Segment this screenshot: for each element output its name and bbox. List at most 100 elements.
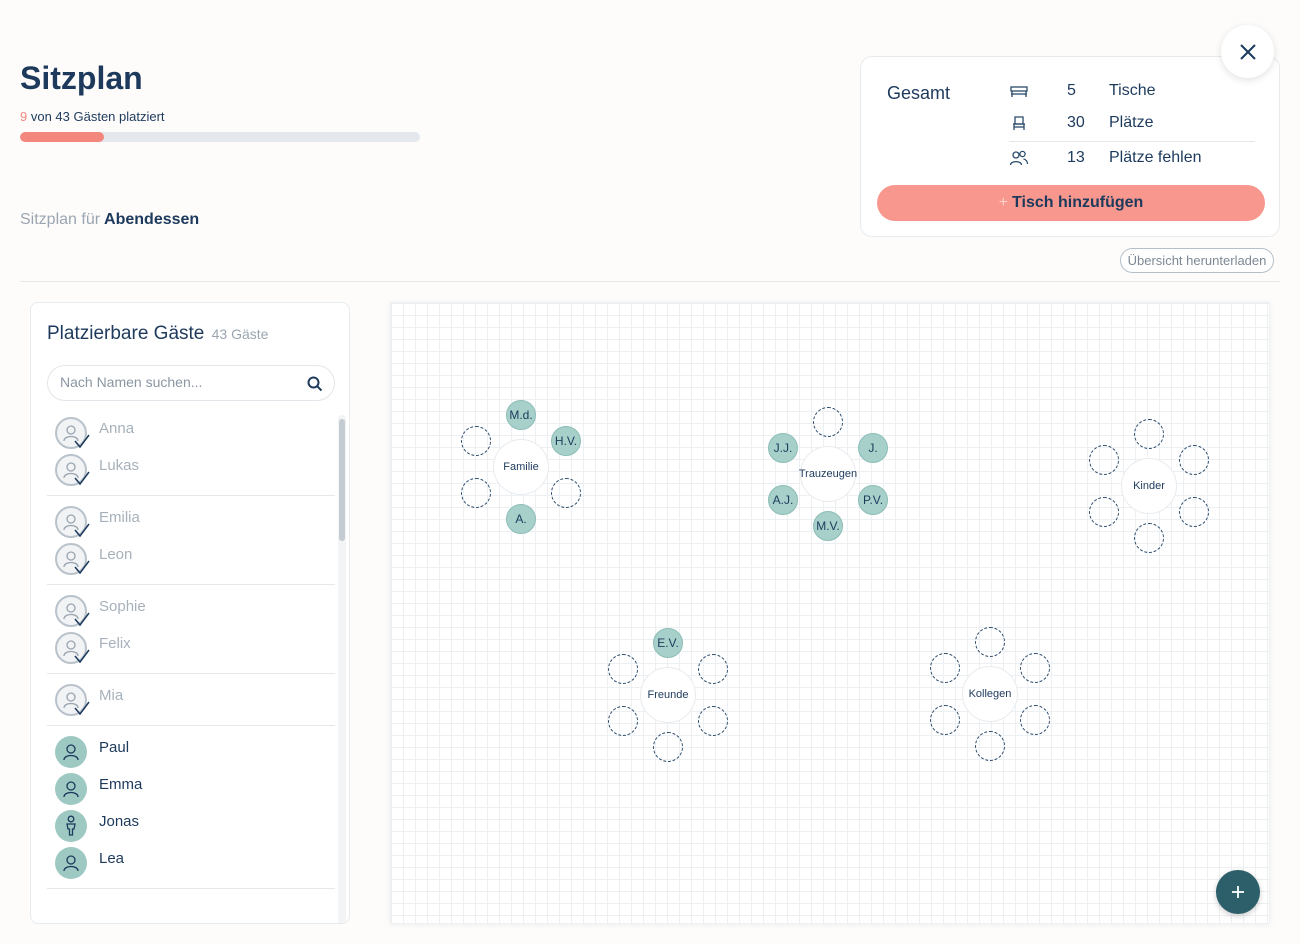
guest-panel: Platzierbare Gäste 43 Gäste Anna Lukas Emi… [30, 302, 350, 924]
plus-icon: + [998, 194, 1009, 211]
seat-empty[interactable] [1179, 497, 1210, 527]
seat-empty[interactable] [607, 654, 638, 684]
guest-name: Emma [99, 776, 143, 793]
guest-name: Felix [99, 635, 131, 652]
missing-seats-stat: 13 Plätze fehlen [1009, 146, 1255, 170]
panel-title-text: Platzierbare Gäste [47, 323, 205, 344]
seat-empty[interactable] [698, 706, 729, 736]
add-table-button[interactable]: + Tisch hinzufügen [877, 185, 1265, 221]
check-icon [73, 700, 91, 716]
event-selector[interactable]: Abendessen [104, 211, 199, 228]
table-icon [1009, 81, 1029, 101]
progress-suffix: von 43 Gästen platziert [27, 109, 165, 124]
tables-stat: 5 Tische [1009, 79, 1255, 103]
seat-empty[interactable] [698, 654, 729, 684]
download-overview-button[interactable]: Übersicht herunterladen [1120, 248, 1274, 273]
guest-group: Paul Emma Jonas Lea [47, 726, 335, 889]
guest-row[interactable]: Jonas [47, 806, 335, 843]
guest-row[interactable]: Lea [47, 843, 335, 880]
seat-empty[interactable] [929, 653, 960, 683]
plan-for-label: Sitzplan für [20, 211, 101, 228]
seat-empty[interactable] [653, 732, 683, 762]
guest-row[interactable]: Felix [47, 628, 335, 665]
table-trauzeugen[interactable]: Trauzeugen [799, 446, 857, 502]
seat-empty[interactable] [1020, 653, 1051, 683]
seat-empty[interactable] [1020, 705, 1051, 735]
chair-icon [1009, 113, 1029, 133]
seat-occupied[interactable]: E.V. [653, 628, 683, 658]
seat-empty[interactable] [1088, 445, 1119, 475]
seat-occupied[interactable]: P.V. [858, 485, 889, 515]
seat-occupied[interactable]: A. [506, 504, 536, 534]
seat-occupied[interactable]: H.V. [551, 426, 582, 456]
person-icon [55, 736, 87, 768]
seat-empty[interactable] [1088, 497, 1119, 527]
seat-occupied[interactable]: J.J. [767, 433, 798, 463]
guest-name: Emilia [99, 509, 140, 526]
header-divider [20, 281, 1280, 282]
guest-row[interactable]: Leon [47, 539, 335, 576]
guest-row[interactable]: Lukas [47, 450, 335, 487]
table-kollegen[interactable]: Kollegen [962, 666, 1018, 722]
guest-row[interactable]: Sophie [47, 591, 335, 628]
guest-name: Mia [99, 687, 124, 704]
seat-empty[interactable] [929, 705, 960, 735]
guest-row[interactable]: Paul [47, 732, 335, 769]
missing-value: 13 [1067, 149, 1085, 166]
person-icon [55, 773, 87, 805]
seat-empty[interactable] [975, 731, 1005, 761]
guest-row[interactable]: Anna [47, 413, 335, 450]
search-input[interactable] [60, 374, 290, 390]
check-icon [73, 648, 91, 664]
add-fab-button[interactable] [1216, 870, 1260, 914]
seat-empty[interactable] [460, 426, 491, 456]
guest-name: Jonas [99, 813, 140, 830]
scrollbar-thumb[interactable] [339, 419, 345, 541]
guest-group: Anna Lukas [47, 413, 335, 496]
seat-occupied[interactable]: J. [858, 433, 889, 463]
check-icon [73, 470, 91, 486]
guest-count: 43 Gäste [211, 326, 269, 342]
table-freunde[interactable]: Freunde [640, 667, 696, 723]
check-icon [73, 611, 91, 627]
guest-name: Anna [99, 420, 135, 437]
seat-empty[interactable] [1134, 523, 1164, 553]
seating-canvas[interactable]: Familie M.d. H.V. A. Trauzeugen J. P.V. M.V. A.J… [390, 302, 1270, 924]
page-title: Sitzplan [20, 60, 143, 96]
seat-occupied[interactable]: M.V. [813, 511, 843, 541]
placement-progress-text: 9 von 43 Gästen platziert [20, 109, 165, 124]
progress-fill [20, 132, 104, 142]
seat-empty[interactable] [975, 627, 1005, 657]
seat-empty[interactable] [551, 478, 582, 508]
seat-empty[interactable] [460, 478, 491, 508]
seat-occupied[interactable]: A.J. [767, 485, 798, 515]
guest-name: Leon [99, 546, 133, 563]
guest-name: Paul [99, 739, 130, 756]
guest-group: Emilia Leon [47, 496, 335, 585]
seats-stat: 30 Plätze [1009, 111, 1255, 135]
table-kinder[interactable]: Kinder [1121, 458, 1177, 514]
guest-group: Sophie Felix [47, 585, 335, 674]
add-table-label: Tisch hinzufügen [1012, 194, 1144, 211]
check-icon [73, 522, 91, 538]
person-icon [55, 847, 87, 879]
plus-icon [1232, 886, 1244, 898]
summary-title: Gesamt [887, 83, 951, 103]
seat-empty[interactable] [1134, 419, 1164, 449]
search-icon[interactable] [306, 375, 324, 393]
guest-list: Anna Lukas Emilia Leon Sophie Felix Mia Paul Emm… [47, 413, 335, 889]
guest-row[interactable]: Mia [47, 680, 335, 717]
check-icon [73, 433, 91, 449]
seat-empty[interactable] [1179, 445, 1210, 475]
seat-empty[interactable] [607, 706, 638, 736]
placement-progress-bar [20, 132, 420, 142]
seat-empty[interactable] [813, 407, 843, 437]
seat-occupied[interactable]: M.d. [506, 400, 536, 430]
child-icon [55, 810, 87, 842]
table-familie[interactable]: Familie [493, 439, 549, 495]
tables-label: Tische [1109, 82, 1156, 99]
check-icon [73, 559, 91, 575]
guest-row[interactable]: Emilia [47, 502, 335, 539]
close-button[interactable] [1221, 25, 1274, 78]
guest-row[interactable]: Emma [47, 769, 335, 806]
